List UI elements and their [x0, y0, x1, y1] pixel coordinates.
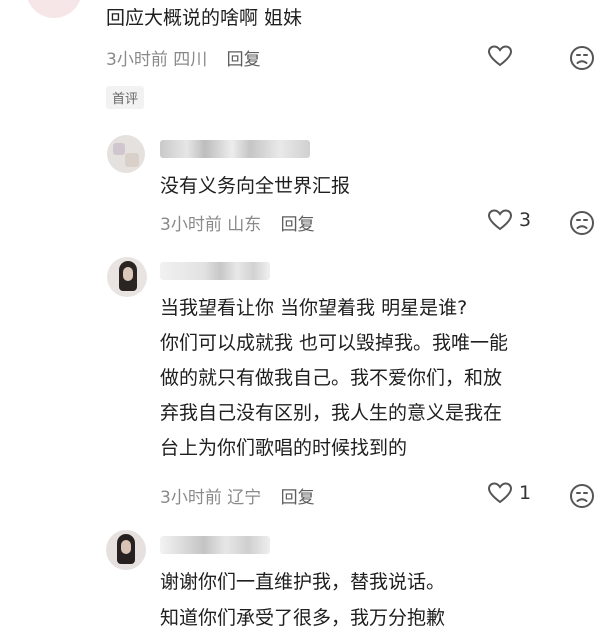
comment-text: 弃我自己没有区别，我人生的意义是我在 — [160, 402, 503, 424]
comment-time: 3小时前 — [160, 488, 222, 508]
username-blurred[interactable] — [160, 140, 310, 158]
comment-meta: 3小时前 山东 回复 — [160, 210, 315, 235]
comment-text: 你们可以成就我 也可以毁掉我。我唯一能 — [160, 332, 509, 354]
comment-text: 知道你们承受了很多，我万分抱歉 — [160, 607, 446, 629]
sad-face-icon[interactable] — [569, 210, 595, 236]
like-button[interactable]: 1 — [487, 481, 531, 505]
reply-button[interactable]: 回复 — [227, 50, 261, 70]
comment-location: 四川 — [173, 50, 208, 70]
comment-text: 台上为你们歌唱的时候找到的 — [160, 437, 408, 459]
username-blurred[interactable] — [160, 262, 270, 280]
comment-time: 3小时前 — [106, 50, 168, 70]
like-button[interactable]: 3 — [487, 208, 531, 232]
comment-text: 谢谢你们一直维护我，替我说话。 — [160, 571, 446, 593]
like-count: 3 — [519, 209, 532, 231]
comment-location: 山东 — [227, 215, 262, 235]
heart-outline-icon — [487, 482, 513, 504]
heart-outline-icon — [487, 209, 513, 231]
comment-text: 回应大概说的啥啊 姐妹 — [106, 7, 303, 29]
reply-button[interactable]: 回复 — [281, 215, 315, 235]
comment-meta: 3小时前 四川 回复 — [106, 45, 261, 70]
comment-text: 当我望看让你 当你望着我 明星是谁? — [160, 297, 468, 319]
comment-text: 做的就只有做我自己。我不爱你们，和放 — [160, 367, 503, 389]
reply-button[interactable]: 回复 — [281, 488, 315, 508]
avatar[interactable] — [107, 135, 145, 173]
avatar[interactable] — [107, 257, 147, 297]
comment-meta: 3小时前 辽宁 回复 — [160, 483, 315, 508]
comment-text: 没有义务向全世界汇报 — [160, 175, 351, 197]
comment-location: 辽宁 — [227, 488, 262, 508]
avatar[interactable] — [106, 530, 146, 570]
avatar[interactable] — [26, 0, 82, 18]
sad-face-icon[interactable] — [569, 483, 595, 509]
heart-outline-icon — [487, 45, 513, 67]
first-comment-badge: 首评 — [106, 86, 145, 109]
username-blurred[interactable] — [160, 536, 270, 554]
sad-face-icon[interactable] — [569, 45, 595, 71]
like-button[interactable] — [487, 44, 513, 68]
comment-time: 3小时前 — [160, 215, 222, 235]
like-count: 1 — [519, 482, 532, 504]
